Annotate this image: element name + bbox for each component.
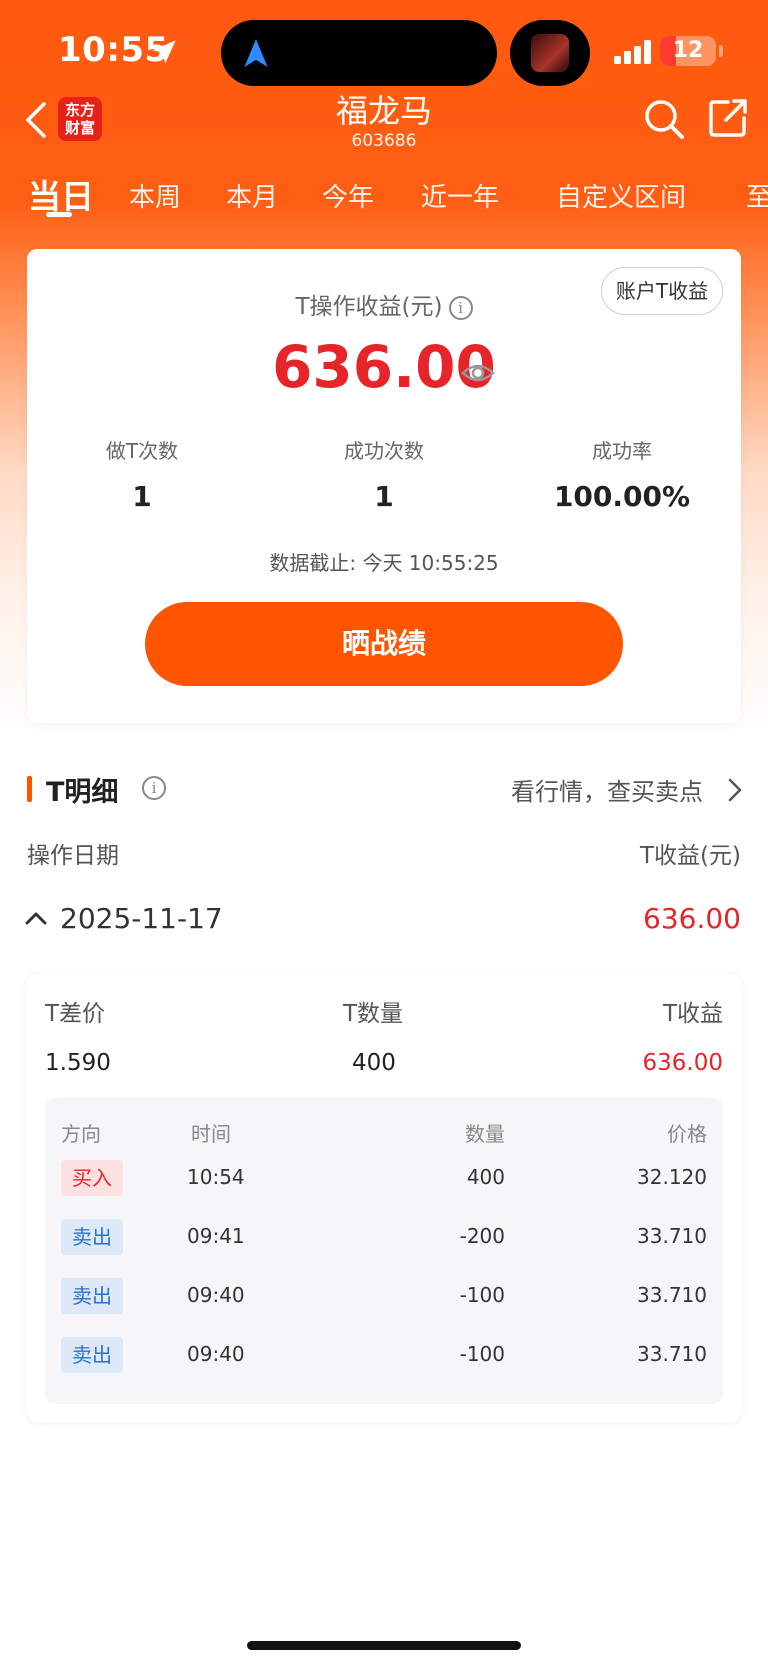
trade-price: 32.120 xyxy=(637,1165,707,1189)
share-results-button[interactable]: 晒战绩 xyxy=(145,602,623,686)
stock-code: 603686 xyxy=(351,131,417,151)
direction-badge-buy: 买入 xyxy=(61,1160,123,1196)
trade-list: 方向 时间 数量 价格 买入 10:54 400 32.120 卖出 09:41… xyxy=(45,1098,723,1404)
stat-success-rate: 成功率 100.00% xyxy=(507,435,737,513)
profit-label: T操作收益(元) xyxy=(295,294,443,320)
stat-label: 成功次数 xyxy=(344,439,424,463)
column-profit-label: T收益(元) xyxy=(640,843,741,869)
active-tab-indicator xyxy=(46,212,72,217)
cellular-signal-icon xyxy=(614,40,651,64)
tab-custom-range[interactable]: 自定义区间 xyxy=(556,177,686,214)
trade-header-qty: 数量 xyxy=(465,1122,505,1146)
trade-time: 09:40 xyxy=(187,1342,245,1366)
section-accent-bar xyxy=(27,776,32,802)
search-icon[interactable] xyxy=(642,97,686,141)
info-icon[interactable]: i xyxy=(448,295,473,320)
stat-value: 100.00% xyxy=(553,480,691,513)
stat-t-count: 做T次数 1 xyxy=(27,435,257,513)
direction-badge-sell: 卖出 xyxy=(61,1278,123,1314)
date-profit: 636.00 xyxy=(643,902,741,935)
stock-name: 福龙马 xyxy=(335,92,432,130)
tab-today[interactable]: 当日 xyxy=(28,170,94,218)
now-playing-artwork xyxy=(510,20,590,86)
tab-this-week[interactable]: 本周 xyxy=(129,177,181,214)
brand-logo[interactable]: 东方财富 xyxy=(58,97,102,141)
section-title: T明细 xyxy=(46,777,119,808)
trade-time: 09:41 xyxy=(187,1224,245,1248)
stat-success-count: 成功次数 1 xyxy=(269,435,499,513)
profit-value: 636.00 xyxy=(272,333,496,401)
tab-overflow[interactable]: 至 xyxy=(746,177,768,214)
eye-icon[interactable] xyxy=(461,361,495,385)
trade-row: 卖出 09:40 -100 33.710 xyxy=(45,1278,723,1318)
trade-qty: 400 xyxy=(466,1165,505,1189)
trade-price: 33.710 xyxy=(637,1283,707,1307)
trade-time: 10:54 xyxy=(187,1165,245,1189)
header-t-spread: T差价 xyxy=(45,1001,106,1027)
trade-header-direction: 方向 xyxy=(61,1122,101,1146)
stat-value: 1 xyxy=(132,480,152,513)
data-as-of: 数据截止: 今天 10:55:25 xyxy=(269,551,499,575)
trade-qty: -100 xyxy=(459,1342,505,1366)
trade-row: 卖出 09:40 -100 33.710 xyxy=(45,1337,723,1377)
operation-date[interactable]: 2025-11-17 xyxy=(60,902,223,935)
tab-last-year[interactable]: 近一年 xyxy=(421,177,499,214)
battery-tip xyxy=(719,45,723,57)
trade-row: 卖出 09:41 -200 33.710 xyxy=(45,1219,723,1259)
profit-label-row: T操作收益(元) i xyxy=(27,287,741,321)
trade-price: 33.710 xyxy=(637,1342,707,1366)
battery-icon: 12 xyxy=(660,36,716,66)
market-link[interactable]: 看行情，查买卖点 xyxy=(511,772,703,807)
stat-label: 做T次数 xyxy=(105,439,179,463)
trade-row: 买入 10:54 400 32.120 xyxy=(45,1160,723,1200)
status-bar: 10:55 12 xyxy=(0,0,768,100)
battery-level: 12 xyxy=(672,38,704,63)
chevron-right-icon[interactable] xyxy=(726,776,744,804)
trade-price: 33.710 xyxy=(637,1224,707,1248)
back-chevron-icon[interactable] xyxy=(22,100,52,140)
trade-header-price: 价格 xyxy=(667,1122,707,1146)
direction-badge-sell: 卖出 xyxy=(61,1219,123,1255)
summary-card: 账户T收益 T操作收益(元) i 636.00 做T次数 1 成功次数 1 成功率… xyxy=(27,249,741,723)
chevron-up-icon[interactable] xyxy=(24,908,48,928)
tab-this-year[interactable]: 今年 xyxy=(322,177,374,214)
stat-label: 成功率 xyxy=(592,439,652,463)
trade-qty: -200 xyxy=(459,1224,505,1248)
value-t-quantity: 400 xyxy=(352,1050,396,1076)
direction-badge-sell: 卖出 xyxy=(61,1337,123,1373)
period-tabs: 当日 本周 本月 今年 近一年 自定义区间 至 xyxy=(0,164,768,224)
header-t-quantity: T数量 xyxy=(343,1001,404,1027)
share-icon[interactable] xyxy=(706,96,750,140)
column-date-label: 操作日期 xyxy=(27,843,119,869)
trade-header-time: 时间 xyxy=(191,1122,231,1146)
section-info-icon[interactable]: i xyxy=(142,776,166,800)
header-t-profit: T收益 xyxy=(662,1001,723,1027)
trade-time: 09:40 xyxy=(187,1283,245,1307)
trade-detail-card: T差价 T数量 T收益 1.590 400 636.00 方向 时间 数量 价格… xyxy=(27,974,741,1422)
value-t-spread: 1.590 xyxy=(45,1050,111,1076)
tab-this-month[interactable]: 本月 xyxy=(226,177,278,214)
value-t-profit: 636.00 xyxy=(642,1050,723,1076)
home-indicator[interactable] xyxy=(247,1641,521,1650)
location-arrow-icon xyxy=(152,40,176,64)
stat-value: 1 xyxy=(374,480,394,513)
navigation-icon xyxy=(244,39,268,67)
trade-qty: -100 xyxy=(459,1283,505,1307)
